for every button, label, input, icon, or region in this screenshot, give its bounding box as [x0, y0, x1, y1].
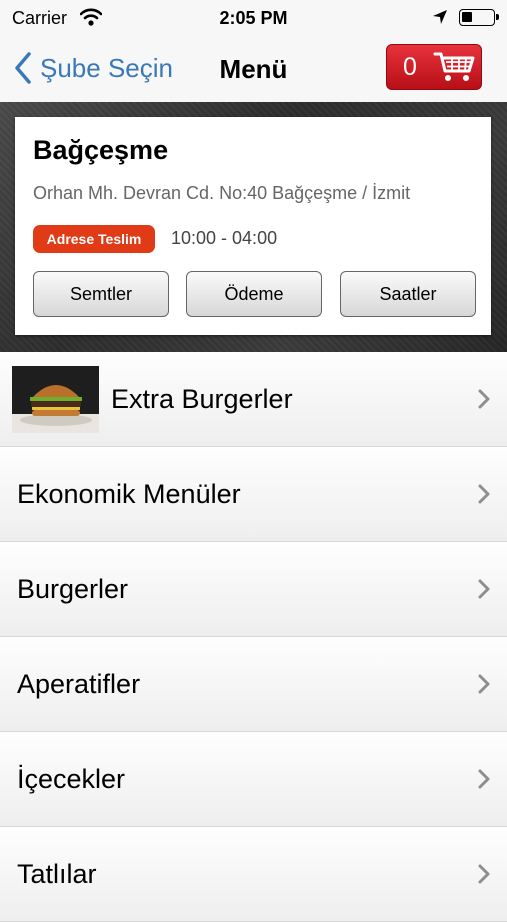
chevron-left-icon — [15, 52, 31, 84]
location-arrow-icon — [433, 10, 447, 24]
hours-button[interactable]: Saatler — [340, 271, 476, 317]
chevron-right-icon — [478, 769, 490, 789]
chevron-right-icon — [478, 674, 490, 694]
branch-name: Bağçeşme — [33, 135, 169, 165]
opening-hours: 10:00 - 04:00 — [171, 228, 278, 248]
burger-image — [12, 366, 99, 433]
branch-address: Orhan Mh. Devran Cd. No:40 Bağçeşme / İz… — [33, 183, 411, 203]
menu-item-icecekler[interactable]: İçecekler — [0, 732, 507, 827]
districts-button[interactable]: Semtler — [33, 271, 169, 317]
payment-button[interactable]: Ödeme — [186, 271, 322, 317]
menu-item-label: İçecekler — [17, 764, 126, 794]
clock: 2:05 PM — [219, 8, 288, 28]
back-button[interactable]: Şube Seçin — [12, 50, 173, 86]
shopping-cart-icon — [433, 52, 475, 81]
delivery-badge: Adrese Teslim — [33, 225, 155, 253]
cart-button[interactable]: 0 — [386, 44, 482, 90]
back-button-label: Şube Seçin — [40, 52, 173, 83]
menu-item-extra-burgerler[interactable]: Extra Burgerler — [0, 352, 507, 447]
cart-count: 0 — [403, 52, 417, 81]
menu-item-label: Burgerler — [17, 574, 129, 604]
menu-list: Extra Burgerler Ekonomik Menüler Burgerl… — [0, 352, 507, 922]
branch-card: Bağçeşme Orhan Mh. Devran Cd. No:40 Bağç… — [15, 117, 491, 335]
branch-header-background: Bağçeşme Orhan Mh. Devran Cd. No:40 Bağç… — [0, 102, 507, 352]
menu-item-label: Tatlılar — [17, 859, 97, 889]
chevron-right-icon — [478, 579, 490, 599]
menu-item-label: Aperatifler — [17, 669, 141, 699]
menu-item-aperatifler[interactable]: Aperatifler — [0, 637, 507, 732]
status-bar: Carrier 2:05 PM — [0, 0, 507, 36]
menu-item-label: Extra Burgerler — [111, 384, 293, 414]
chevron-right-icon — [478, 389, 490, 409]
navigation-bar: Şube Seçin Menü 0 — [0, 36, 507, 103]
menu-item-burgerler[interactable]: Burgerler — [0, 542, 507, 637]
chevron-right-icon — [478, 484, 490, 504]
chevron-right-icon — [478, 864, 490, 884]
menu-item-label: Ekonomik Menüler — [17, 479, 241, 509]
battery-icon — [459, 9, 499, 26]
menu-item-tatlilar[interactable]: Tatlılar — [0, 827, 507, 922]
menu-item-ekonomik-menuler[interactable]: Ekonomik Menüler — [0, 447, 507, 542]
